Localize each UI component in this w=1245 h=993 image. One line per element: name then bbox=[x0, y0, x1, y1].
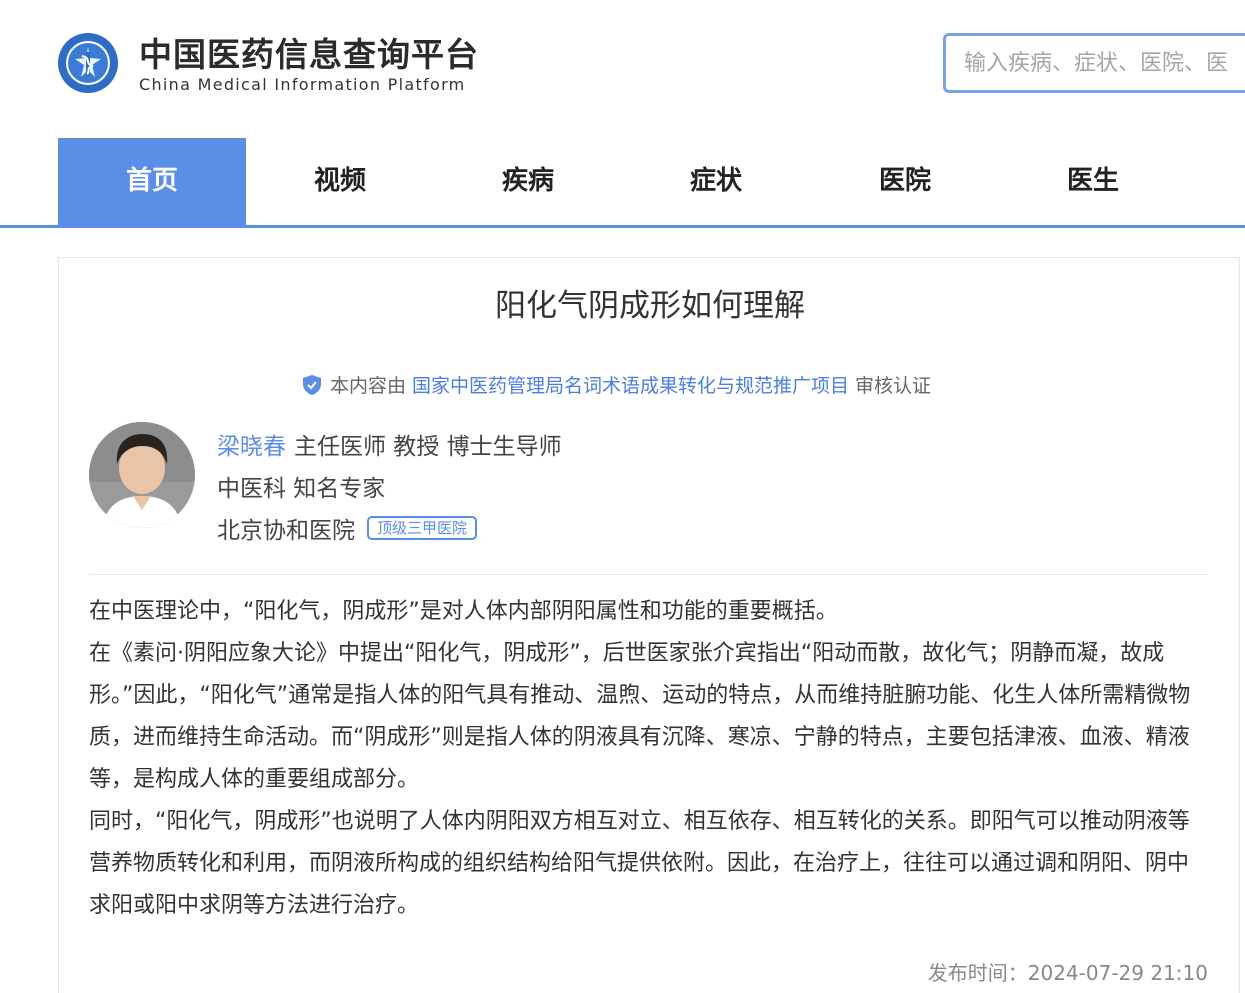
paragraph: 在《素问·阴阳应象大论》中提出“阳化气，阴成形”，后世医家张介宾指出“阳动而散，… bbox=[89, 641, 1191, 792]
nav-item-doctor[interactable]: 医生 bbox=[999, 138, 1187, 225]
platform-logo-icon[interactable] bbox=[57, 32, 119, 94]
site-subtitle: China Medical Information Platform bbox=[139, 75, 466, 94]
nav-item-disease[interactable]: 疾病 bbox=[434, 138, 622, 225]
nav-item-hospital[interactable]: 医院 bbox=[811, 138, 999, 225]
divider bbox=[89, 574, 1208, 575]
search-input[interactable] bbox=[946, 36, 1245, 90]
publish-time: 发布时间：2024-07-29 21:10 bbox=[927, 961, 1208, 985]
verify-prefix: 本内容由 bbox=[330, 375, 407, 397]
verify-suffix: 审核认证 bbox=[855, 375, 932, 397]
verify-line: 本内容由 国家中医药管理局名词术语成果转化与规范推广项目 审核认证 bbox=[303, 371, 931, 398]
article-content: 在中医理论中，“阳化气，阴成形”是对人体内部阴阳属性和功能的重要概括。 在《素问… bbox=[89, 591, 1209, 927]
doctor-hospital-line: 北京协和医院 顶级三甲医院 bbox=[217, 511, 478, 545]
nav-item-symptom[interactable]: 症状 bbox=[622, 138, 810, 225]
main-nav: 首页 视频 疾病 症状 医院 医生 bbox=[0, 138, 1245, 228]
article-title: 阳化气阴成形如何理解 bbox=[495, 288, 805, 324]
verified-shield-icon bbox=[303, 374, 321, 395]
paragraph: 在中医理论中，“阳化气，阴成形”是对人体内部阴阳属性和功能的重要概括。 bbox=[89, 599, 838, 624]
nav-item-home[interactable]: 首页 bbox=[58, 138, 246, 225]
search-box[interactable] bbox=[943, 33, 1245, 93]
doctor-name-link[interactable]: 梁晓春 bbox=[217, 434, 286, 460]
doctor-avatar[interactable] bbox=[89, 422, 195, 528]
doctor-title-line: 梁晓春 主任医师 教授 博士生导师 bbox=[217, 427, 562, 461]
doctor-titles: 主任医师 教授 博士生导师 bbox=[294, 434, 562, 460]
doctor-dept: 中医科 知名专家 bbox=[217, 476, 386, 502]
paragraph: 同时，“阳化气，阴成形”也说明了人体内阴阳双方相互对立、相互依存、相互转化的关系… bbox=[89, 809, 1190, 918]
verify-org-link[interactable]: 国家中医药管理局名词术语成果转化与规范推广项目 bbox=[412, 371, 849, 398]
nav-item-video[interactable]: 视频 bbox=[246, 138, 434, 225]
hospital-level-badge: 顶级三甲医院 bbox=[367, 516, 478, 540]
doctor-hospital[interactable]: 北京协和医院 bbox=[217, 511, 355, 545]
site-title[interactable]: 中国医药信息查询平台 bbox=[139, 28, 479, 76]
